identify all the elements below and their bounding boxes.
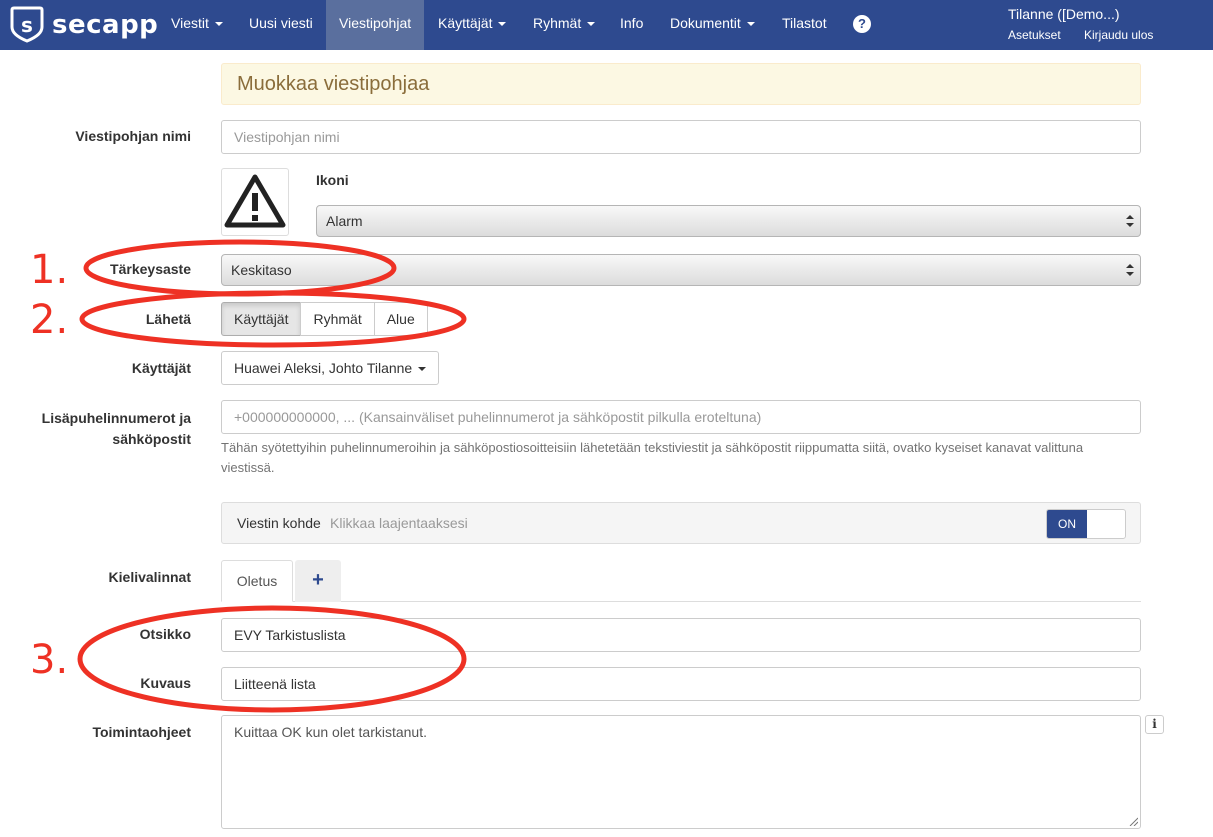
top-navbar: s secapp Viestit Uusi viesti Viestipohja… bbox=[0, 0, 1213, 50]
info-icon[interactable]: i bbox=[1145, 715, 1164, 734]
priority-select[interactable]: Keskitaso bbox=[221, 254, 1141, 286]
description-label: Kuvaus bbox=[140, 675, 191, 691]
subject-input[interactable]: EVY Tarkistuslista bbox=[221, 618, 1141, 652]
shield-s-logo-icon: s bbox=[10, 5, 44, 46]
caret-down-icon bbox=[214, 22, 223, 27]
send-area-button[interactable]: Alue bbox=[373, 302, 428, 336]
priority-label: Tärkeysaste bbox=[110, 261, 191, 277]
toggle-on-label: ON bbox=[1047, 510, 1087, 538]
users-dropdown-value: Huawei Aleksi, Johto Tilanne bbox=[234, 360, 413, 376]
users-dropdown[interactable]: Huawei Aleksi, Johto Tilanne bbox=[221, 351, 440, 385]
priority-select-value: Keskitaso bbox=[231, 262, 292, 278]
extra-contacts-help: Tähän syötettyihin puhelinnumeroihin ja … bbox=[221, 440, 1084, 475]
nav-dokumentit[interactable]: Dokumentit bbox=[657, 0, 768, 50]
nav-label: Käyttäjät bbox=[438, 15, 493, 31]
extra-contacts-label: Lisäpuhelinnumerot ja sähköpostit bbox=[0, 408, 191, 450]
send-label: Lähetä bbox=[145, 311, 191, 327]
extra-contacts-label-line2: sähköpostit bbox=[112, 431, 191, 447]
send-users-button[interactable]: Käyttäjät bbox=[221, 302, 302, 336]
icon-preview bbox=[221, 168, 289, 236]
icon-select-value: Alarm bbox=[326, 213, 363, 229]
subject-label: Otsikko bbox=[139, 626, 191, 642]
template-name-label: Viestipohjan nimi bbox=[75, 128, 191, 144]
nav-label: Ryhmät bbox=[533, 15, 582, 31]
user-menu[interactable]: Tilanne ([Demo...) bbox=[1008, 6, 1120, 22]
send-target-group: Käyttäjät Ryhmät Alue bbox=[221, 302, 428, 336]
annotation-number-3: 3. bbox=[30, 637, 69, 683]
select-arrows-icon bbox=[1126, 264, 1134, 276]
nav-help[interactable]: ? bbox=[840, 0, 884, 50]
help-icon: ? bbox=[853, 15, 871, 34]
nav-uusi-viesti[interactable]: Uusi viesti bbox=[236, 0, 326, 50]
nav-kayttajat[interactable]: Käyttäjät bbox=[425, 0, 519, 50]
target-panel-hint: Klikkaa laajentaaksesi bbox=[330, 515, 468, 531]
target-panel-title: Viestin kohde bbox=[237, 515, 321, 531]
target-panel[interactable]: Viestin kohde Klikkaa laajentaaksesi ON bbox=[221, 502, 1141, 544]
nav-label: Uusi viesti bbox=[249, 15, 313, 31]
brand[interactable]: s secapp bbox=[10, 6, 158, 44]
caret-down-icon bbox=[498, 22, 507, 27]
icon-select[interactable]: Alarm bbox=[316, 205, 1141, 237]
nav-tilastot[interactable]: Tilastot bbox=[769, 0, 840, 50]
warning-triangle-icon bbox=[224, 174, 286, 228]
nav-label: Tilastot bbox=[782, 15, 827, 31]
languages-label: Kielivalinnat bbox=[108, 569, 191, 585]
annotation-number-1: 1. bbox=[30, 247, 69, 293]
instructions-label: Toimintaohjeet bbox=[92, 724, 191, 740]
logout-link[interactable]: Kirjaudu ulos bbox=[1084, 28, 1153, 42]
caret-down-icon bbox=[418, 367, 427, 372]
annotation-number-2: 2. bbox=[30, 297, 69, 343]
resize-grip-icon bbox=[1129, 817, 1138, 826]
add-language-tab[interactable]: + bbox=[295, 560, 341, 602]
nav-ryhmat[interactable]: Ryhmät bbox=[520, 0, 608, 50]
extra-contacts-input[interactable]: +000000000000, ... (Kansainväliset puhel… bbox=[221, 400, 1141, 434]
nav-label: Viestipohjat bbox=[339, 15, 412, 31]
nav-label: Viestit bbox=[171, 15, 209, 31]
nav-label: Dokumentit bbox=[670, 15, 741, 31]
brand-name: secapp bbox=[52, 10, 159, 40]
select-arrows-icon bbox=[1126, 215, 1134, 227]
settings-link[interactable]: Asetukset bbox=[1008, 28, 1061, 42]
users-label: Käyttäjät bbox=[131, 360, 191, 376]
instructions-textarea[interactable]: Kuittaa OK kun olet tarkistanut. bbox=[221, 715, 1141, 829]
caret-down-icon bbox=[587, 22, 596, 27]
page-title: Muokkaa viestipohjaa bbox=[237, 73, 430, 95]
nav-viestipohjat[interactable]: Viestipohjat bbox=[326, 0, 424, 50]
instructions-text: Kuittaa OK kun olet tarkistanut. bbox=[234, 724, 427, 740]
nav-viestit[interactable]: Viestit bbox=[158, 0, 236, 50]
extra-contacts-label-line1: Lisäpuhelinnumerot ja bbox=[41, 410, 191, 426]
page-title-box: Muokkaa viestipohjaa bbox=[221, 63, 1141, 105]
icon-label: Ikoni bbox=[316, 172, 349, 188]
send-groups-button[interactable]: Ryhmät bbox=[300, 302, 375, 336]
template-name-input[interactable]: Viestipohjan nimi bbox=[221, 120, 1141, 154]
tab-default-language[interactable]: Oletus bbox=[221, 560, 293, 602]
nav-label: Info bbox=[620, 15, 644, 31]
svg-text:s: s bbox=[21, 13, 33, 37]
nav-info[interactable]: Info bbox=[607, 0, 656, 50]
description-input[interactable]: Liitteenä lista bbox=[221, 667, 1141, 701]
target-toggle[interactable]: ON bbox=[1046, 509, 1126, 539]
tabs-divider bbox=[221, 601, 1141, 602]
caret-down-icon bbox=[746, 22, 755, 27]
